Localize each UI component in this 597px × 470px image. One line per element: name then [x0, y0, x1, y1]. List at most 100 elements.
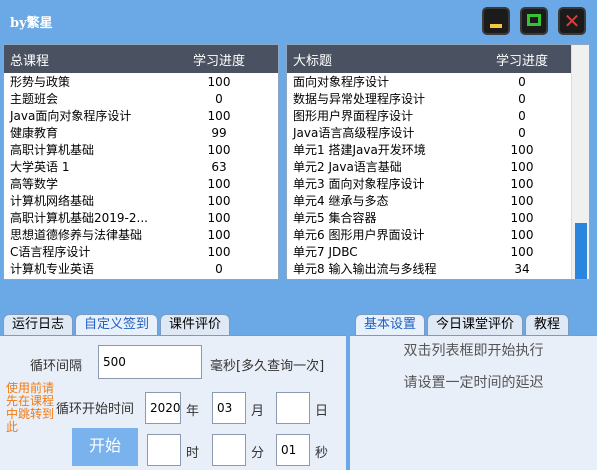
row-title: 大学英语 1: [10, 160, 70, 174]
chapter-row[interactable]: 数据与异常处理程序设计 0: [287, 90, 589, 107]
row-title: 主题班会: [10, 92, 59, 106]
course-row[interactable]: 计算机网络基础 100: [4, 192, 278, 209]
row-progress: 100: [207, 142, 231, 157]
course-list-header: 总课程 学习进度: [4, 45, 278, 73]
chapter-row[interactable]: 面向对象程序设计 0: [287, 73, 589, 90]
usage-note: 使用前请先在课程中跳转到此: [6, 381, 55, 434]
row-progress: 100: [207, 176, 231, 191]
chapter-row[interactable]: 单元6 图形用户界面设计 100: [287, 226, 589, 243]
chapter-row[interactable]: 单元4 继承与多态 100: [287, 192, 589, 209]
hour-input[interactable]: [147, 434, 181, 466]
chapter-row[interactable]: 单元2 Java语言基础 100: [287, 158, 589, 175]
course-row[interactable]: 高职计算机基础2019-2... 100: [4, 209, 278, 226]
start-time-label: 循环开始时间: [56, 402, 135, 417]
chapter-row[interactable]: 单元8 输入输出流与多线程 34: [287, 260, 589, 277]
interval-unit-label: 毫秒[多久查询一次]: [210, 359, 325, 374]
row-title: 高等数学: [10, 177, 59, 191]
row-progress: 100: [207, 227, 231, 242]
tab-courseware-review[interactable]: 课件评价: [160, 314, 231, 336]
course-row[interactable]: 形势与政策 100: [4, 73, 278, 90]
course-row[interactable]: C语言程序设计 100: [4, 243, 278, 260]
chapter-row[interactable]: 单元7 JDBC 100: [287, 243, 589, 260]
left-tab-bar: 运行日志 自定义签到 课件评价: [3, 314, 232, 336]
year-label: 年: [186, 404, 200, 419]
maximize-button[interactable]: [520, 7, 548, 35]
tab-run-log[interactable]: 运行日志: [3, 314, 74, 336]
scrollbar-thumb[interactable]: [575, 223, 587, 279]
day-label: 日: [315, 404, 329, 419]
row-progress: 0: [518, 74, 526, 89]
column-header-progress: 学习进度: [192, 53, 245, 69]
chapter-row[interactable]: Java语言高级程序设计 0: [287, 124, 589, 141]
tab-tutorial[interactable]: 教程: [525, 314, 570, 336]
row-progress: 0: [518, 125, 526, 140]
row-title: 计算机网络基础: [10, 194, 95, 208]
row-title: 高职计算机基础2019-2...: [10, 211, 148, 225]
row-progress: 100: [510, 244, 534, 259]
course-row[interactable]: 主题班会 0: [4, 90, 278, 107]
row-progress: 100: [207, 210, 231, 225]
course-row[interactable]: 健康教育 99: [4, 124, 278, 141]
course-row[interactable]: 高等数学 100: [4, 175, 278, 192]
row-title: 单元3 面向对象程序设计: [293, 177, 425, 191]
hour-label: 时: [186, 446, 200, 461]
chapter-row[interactable]: 单元3 面向对象程序设计 100: [287, 175, 589, 192]
month-input[interactable]: 03: [212, 392, 246, 424]
row-title: 单元4 继承与多态: [293, 194, 389, 208]
day-input[interactable]: [276, 392, 310, 424]
app-title: by繁星: [10, 16, 53, 31]
row-title: C语言程序设计: [10, 245, 91, 259]
close-button[interactable]: ✕: [558, 7, 586, 35]
course-row[interactable]: 大学英语 1 63: [4, 158, 278, 175]
second-label: 秒: [315, 446, 329, 461]
year-input[interactable]: 2020: [145, 392, 181, 424]
settings-hint-1: 双击列表框即开始执行: [403, 343, 544, 359]
row-title: 单元6 图形用户界面设计: [293, 228, 425, 242]
row-progress: 100: [510, 193, 534, 208]
row-progress: 100: [510, 159, 534, 174]
tab-today-class-review[interactable]: 今日课堂评价: [427, 314, 524, 336]
row-progress: 100: [510, 210, 534, 225]
custom-signin-panel: 循环间隔 500 毫秒[多久查询一次] 使用前请先在课程中跳转到此 循环开始时间…: [0, 335, 346, 470]
row-title: 健康教育: [10, 126, 59, 140]
row-progress: 0: [215, 91, 223, 106]
tab-custom-signin[interactable]: 自定义签到: [75, 314, 159, 336]
tab-basic-settings[interactable]: 基本设置: [355, 314, 426, 336]
minute-input[interactable]: [212, 434, 246, 466]
row-progress: 100: [207, 108, 231, 123]
chapter-row[interactable]: 单元5 集合容器 100: [287, 209, 589, 226]
chapter-list[interactable]: 大标题 学习进度 面向对象程序设计 0 数据与异常处理程序设计 0 图形用户界面程序设计…: [286, 44, 590, 280]
chapter-row[interactable]: 单元1 搭建Java开发环境 100: [287, 141, 589, 158]
second-input[interactable]: 01: [276, 434, 310, 466]
maximize-icon: [527, 14, 541, 26]
row-progress: 0: [518, 91, 526, 106]
column-header-course: 总课程: [10, 53, 50, 69]
row-title: 单元1 搭建Java开发环境: [293, 143, 426, 157]
interval-input[interactable]: 500: [98, 345, 202, 379]
start-button[interactable]: 开始: [72, 428, 138, 466]
course-list[interactable]: 总课程 学习进度 形势与政策 100 主题班会 0 Java面向对象程序设计 100 健康教…: [3, 44, 279, 280]
course-row[interactable]: 计算机专业英语 0: [4, 260, 278, 277]
month-label: 月: [251, 404, 265, 419]
row-progress: 99: [211, 125, 227, 140]
row-title: 高职计算机基础: [10, 143, 95, 157]
row-progress: 0: [215, 261, 223, 276]
row-title: Java面向对象程序设计: [10, 109, 132, 123]
row-title: 单元7 JDBC: [293, 245, 358, 259]
row-progress: 63: [211, 159, 227, 174]
row-progress: 34: [514, 261, 530, 276]
column-header-progress: 学习进度: [495, 53, 548, 69]
chapter-row[interactable]: 图形用户界面程序设计 0: [287, 107, 589, 124]
row-title: 思想道德修养与法律基础: [10, 228, 143, 242]
row-title: Java语言高级程序设计: [293, 126, 415, 140]
course-row[interactable]: 高职计算机基础 100: [4, 141, 278, 158]
minimize-button[interactable]: [482, 7, 510, 35]
interval-label: 循环间隔: [30, 359, 83, 374]
course-row[interactable]: 思想道德修养与法律基础 100: [4, 226, 278, 243]
row-title: 计算机专业英语: [10, 262, 95, 276]
row-progress: 100: [207, 193, 231, 208]
row-title: 单元8 输入输出流与多线程: [293, 262, 437, 276]
scrollbar[interactable]: [571, 45, 589, 279]
course-row[interactable]: Java面向对象程序设计 100: [4, 107, 278, 124]
row-title: 图形用户界面程序设计: [293, 109, 414, 123]
